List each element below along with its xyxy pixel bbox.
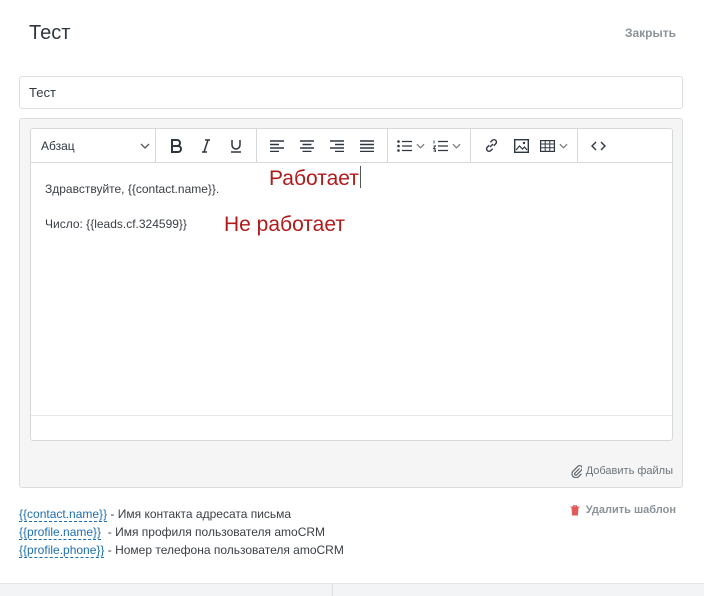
bulleted-list-icon bbox=[397, 139, 412, 152]
add-files-button[interactable]: Добавить файлы bbox=[571, 464, 673, 478]
trash-icon bbox=[570, 504, 580, 515]
text-caret bbox=[359, 166, 361, 188]
placeholder-desc: - Имя профиля пользователя amoCRM bbox=[101, 525, 326, 539]
list-item: {{contact.name}} - Имя контакта адресата… bbox=[19, 505, 344, 523]
placeholder-desc: - Имя контакта адресата письма bbox=[107, 507, 292, 521]
chevron-down-icon bbox=[559, 143, 568, 149]
image-icon bbox=[513, 138, 529, 153]
format-group: Абзац bbox=[31, 129, 156, 162]
close-button[interactable]: Закрыть bbox=[625, 26, 676, 40]
align-left-icon bbox=[270, 139, 284, 152]
footer-divider bbox=[332, 584, 333, 596]
align-center-button[interactable] bbox=[293, 133, 321, 159]
placeholder-desc: - Номер телефона пользователя amoCRM bbox=[104, 543, 344, 557]
numbered-list-icon bbox=[433, 140, 448, 152]
template-name-input[interactable] bbox=[19, 76, 683, 109]
align-center-icon bbox=[300, 139, 314, 152]
chevron-down-icon bbox=[416, 143, 425, 149]
link-icon bbox=[485, 139, 497, 152]
number-line: Число: {{leads.cf.324599}} bbox=[45, 217, 187, 231]
delete-template-label: Удалить шаблон bbox=[585, 504, 676, 516]
modal-title: Тест bbox=[29, 22, 71, 44]
bold-icon bbox=[171, 138, 182, 153]
add-files-label: Добавить файлы bbox=[585, 465, 673, 477]
underline-icon bbox=[231, 139, 241, 153]
italic-button[interactable] bbox=[192, 133, 220, 159]
italic-icon bbox=[202, 138, 210, 153]
footer-bar bbox=[0, 583, 704, 596]
alignment-group bbox=[257, 129, 388, 162]
rich-text-editor: Абзац Здравствуйте, {{contact.name}}. Чи… bbox=[30, 128, 673, 441]
align-left-button[interactable] bbox=[263, 133, 291, 159]
works-annotation: Работает bbox=[269, 166, 361, 191]
insert-image-button[interactable] bbox=[507, 133, 535, 159]
insert-table-button[interactable] bbox=[537, 133, 571, 159]
list-item: {{profile.phone}} - Номер телефона польз… bbox=[19, 541, 344, 559]
editor-content[interactable]: Здравствуйте, {{contact.name}}. Число: {… bbox=[31, 163, 672, 416]
insert-link-button[interactable] bbox=[477, 133, 505, 159]
table-icon bbox=[540, 139, 555, 152]
text-style-group bbox=[156, 129, 257, 162]
placeholder-tag-profile-phone[interactable]: {{profile.phone}} bbox=[19, 543, 105, 558]
delete-template-button[interactable]: Удалить шаблон bbox=[570, 504, 676, 516]
align-right-icon bbox=[330, 139, 344, 152]
chevron-down-icon bbox=[452, 143, 461, 149]
works-annotation-text: Работает bbox=[269, 167, 359, 190]
numbered-list-button[interactable] bbox=[430, 133, 464, 159]
placeholder-tag-contact-name[interactable]: {{contact.name}} bbox=[19, 507, 108, 522]
placeholder-list: {{contact.name}} - Имя контакта адресата… bbox=[19, 505, 344, 559]
editor-container: Абзац Здравствуйте, {{contact.name}}. Чи… bbox=[19, 118, 683, 488]
underline-button[interactable] bbox=[222, 133, 250, 159]
greeting-line: Здравствуйте, {{contact.name}}. bbox=[45, 182, 220, 196]
paperclip-icon bbox=[571, 465, 582, 478]
insert-group bbox=[471, 129, 578, 162]
align-justify-icon bbox=[360, 139, 374, 152]
source-code-button[interactable] bbox=[584, 133, 612, 159]
paragraph-format-select[interactable]: Абзац bbox=[37, 133, 155, 159]
editor-statusbar bbox=[31, 415, 672, 440]
format-select-label: Абзац bbox=[41, 138, 75, 153]
source-code-icon bbox=[590, 141, 606, 150]
bold-button[interactable] bbox=[162, 133, 190, 159]
list-group bbox=[388, 129, 471, 162]
not-works-annotation: Не работает bbox=[224, 213, 345, 236]
align-justify-button[interactable] bbox=[353, 133, 381, 159]
source-group bbox=[578, 129, 618, 162]
editor-toolbar: Абзац bbox=[31, 129, 672, 163]
align-right-button[interactable] bbox=[323, 133, 351, 159]
chevron-down-icon bbox=[140, 143, 150, 149]
bulleted-list-button[interactable] bbox=[394, 133, 428, 159]
list-item: {{profile.name}} - Имя профиля пользоват… bbox=[19, 523, 344, 541]
placeholder-tag-profile-name[interactable]: {{profile.name}} bbox=[19, 525, 102, 540]
